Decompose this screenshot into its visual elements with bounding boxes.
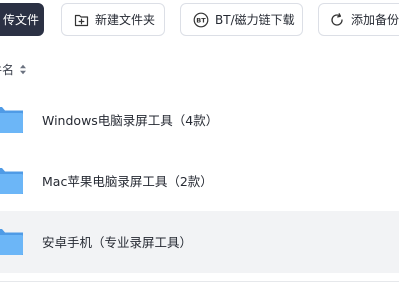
refresh-icon	[329, 12, 345, 28]
sort-icon	[19, 64, 27, 75]
folder-icon	[0, 224, 24, 258]
file-name: Windows电脑录屏工具（4款）	[42, 113, 219, 128]
file-row[interactable]: 安卓手机（专业录屏工具）	[0, 211, 399, 273]
file-name: 安卓手机（专业录屏工具）	[42, 235, 193, 250]
file-name: Mac苹果电脑录屏工具（2款）	[42, 174, 213, 189]
file-row[interactable]: Mac苹果电脑录屏工具（2款）	[0, 150, 399, 212]
file-row[interactable]: Windows电脑录屏工具（4款）	[0, 89, 399, 151]
folder-icon	[0, 163, 24, 197]
svg-text:BT: BT	[196, 16, 206, 24]
upload-file-button[interactable]: 传文件	[0, 3, 44, 36]
column-name-label: 件名	[0, 62, 15, 77]
list-divider	[0, 281, 399, 282]
bt-icon: BT	[193, 12, 209, 28]
new-folder-button[interactable]: 新建文件夹	[61, 3, 165, 36]
file-manager: 传文件 新建文件夹 BT BT/磁力链下载 添加备份 件	[0, 0, 399, 300]
add-backup-label: 添加备份	[351, 13, 399, 27]
folder-icon	[0, 102, 24, 136]
column-header-name[interactable]: 件名	[0, 60, 27, 78]
folder-add-icon	[73, 12, 89, 28]
bt-magnet-download-button[interactable]: BT BT/磁力链下载	[180, 3, 303, 36]
add-backup-button[interactable]: 添加备份	[318, 3, 399, 36]
upload-file-label: 传文件	[3, 13, 40, 27]
bt-magnet-download-label: BT/磁力链下载	[215, 13, 295, 27]
new-folder-label: 新建文件夹	[95, 13, 156, 27]
